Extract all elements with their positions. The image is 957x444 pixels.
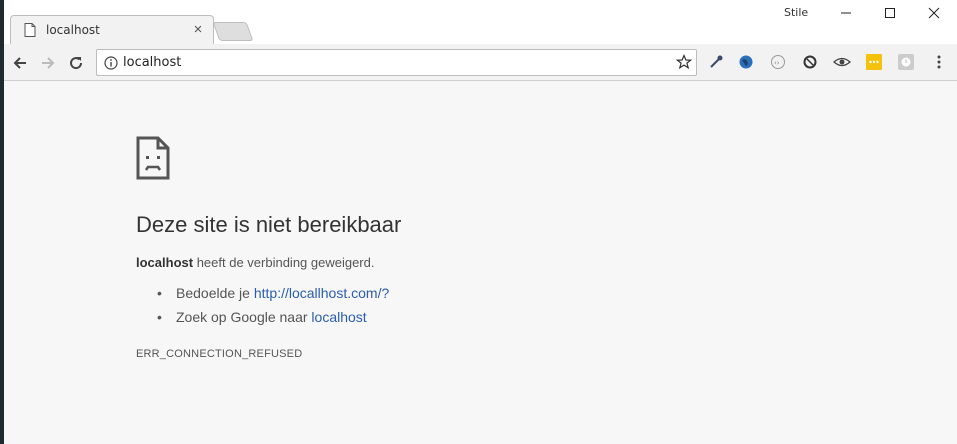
close-icon (928, 7, 940, 19)
maximize-button[interactable] (868, 0, 912, 26)
tab-content: localhost × (24, 15, 214, 44)
forward-button[interactable] (37, 52, 59, 74)
error-description-text: heeft de verbinding geweigerd. (193, 255, 375, 270)
suggestion-item: Zoek op Google naar localhost (136, 309, 836, 333)
suggested-url-link[interactable]: http://locallhost.com/? (254, 285, 389, 301)
suggestion-prefix: Bedoelde je (176, 285, 254, 301)
reload-icon (70, 57, 83, 70)
eyedropper-extension[interactable] (707, 53, 725, 71)
forward-icon (42, 57, 55, 69)
gray-extension[interactable] (897, 53, 915, 71)
suggestion-prefix: Zoek op Google naar (176, 309, 312, 325)
tab-title: localhost (46, 22, 100, 37)
url-text[interactable]: localhost (123, 55, 181, 70)
title-bar: localhost × Stile (4, 0, 957, 44)
info-icon[interactable] (104, 56, 118, 70)
sync-icon (803, 55, 817, 69)
sync-extension[interactable] (801, 53, 819, 71)
error-code: ERR_CONNECTION_REFUSED (136, 348, 303, 360)
eyedropper-icon (710, 55, 723, 68)
svg-text:‹›: ‹› (774, 59, 780, 67)
error-heading: Deze site is niet bereikbaar (136, 212, 402, 237)
error-description: localhost heeft de verbinding geweigerd. (136, 255, 836, 270)
error-host: localhost (136, 255, 194, 270)
eye-extension[interactable] (833, 53, 851, 71)
minimize-button[interactable] (824, 0, 868, 26)
menu-icon (937, 55, 941, 69)
google-search-link[interactable]: localhost (311, 309, 366, 325)
close-button[interactable] (912, 0, 956, 26)
globe-extension[interactable] (737, 53, 755, 71)
back-button[interactable] (9, 52, 31, 74)
browser-window: localhost × Stile localhost ‹› Deze site… (0, 0, 957, 444)
yellow-extension[interactable] (865, 53, 883, 71)
gray-ext-icon (898, 54, 914, 70)
eye-icon (833, 57, 851, 67)
suggestions-list: Bedoelde je http://locallhost.com/? Zoek… (136, 285, 836, 333)
address-bar[interactable]: localhost (96, 49, 697, 76)
menu-button[interactable] (930, 53, 948, 71)
sad-page-icon (136, 136, 170, 180)
error-page: Deze site is niet bereikbaar localhost h… (136, 136, 836, 360)
profile-name[interactable]: Stile (784, 6, 808, 19)
suggestion-item: Bedoelde je http://locallhost.com/? (136, 285, 836, 309)
reload-button[interactable] (65, 52, 87, 74)
yellow-ext-icon (866, 54, 882, 70)
back-icon (13, 57, 26, 69)
new-tab-button[interactable] (212, 22, 254, 41)
toolbar: localhost ‹› (4, 44, 957, 81)
maximize-icon (885, 8, 895, 18)
star-icon[interactable] (676, 54, 692, 70)
code-extension[interactable]: ‹› (769, 53, 787, 71)
globe-icon (739, 55, 753, 69)
page-icon (24, 22, 36, 37)
minimize-icon (841, 12, 851, 14)
code-icon: ‹› (771, 55, 785, 69)
tab-close-icon[interactable]: × (190, 21, 206, 38)
